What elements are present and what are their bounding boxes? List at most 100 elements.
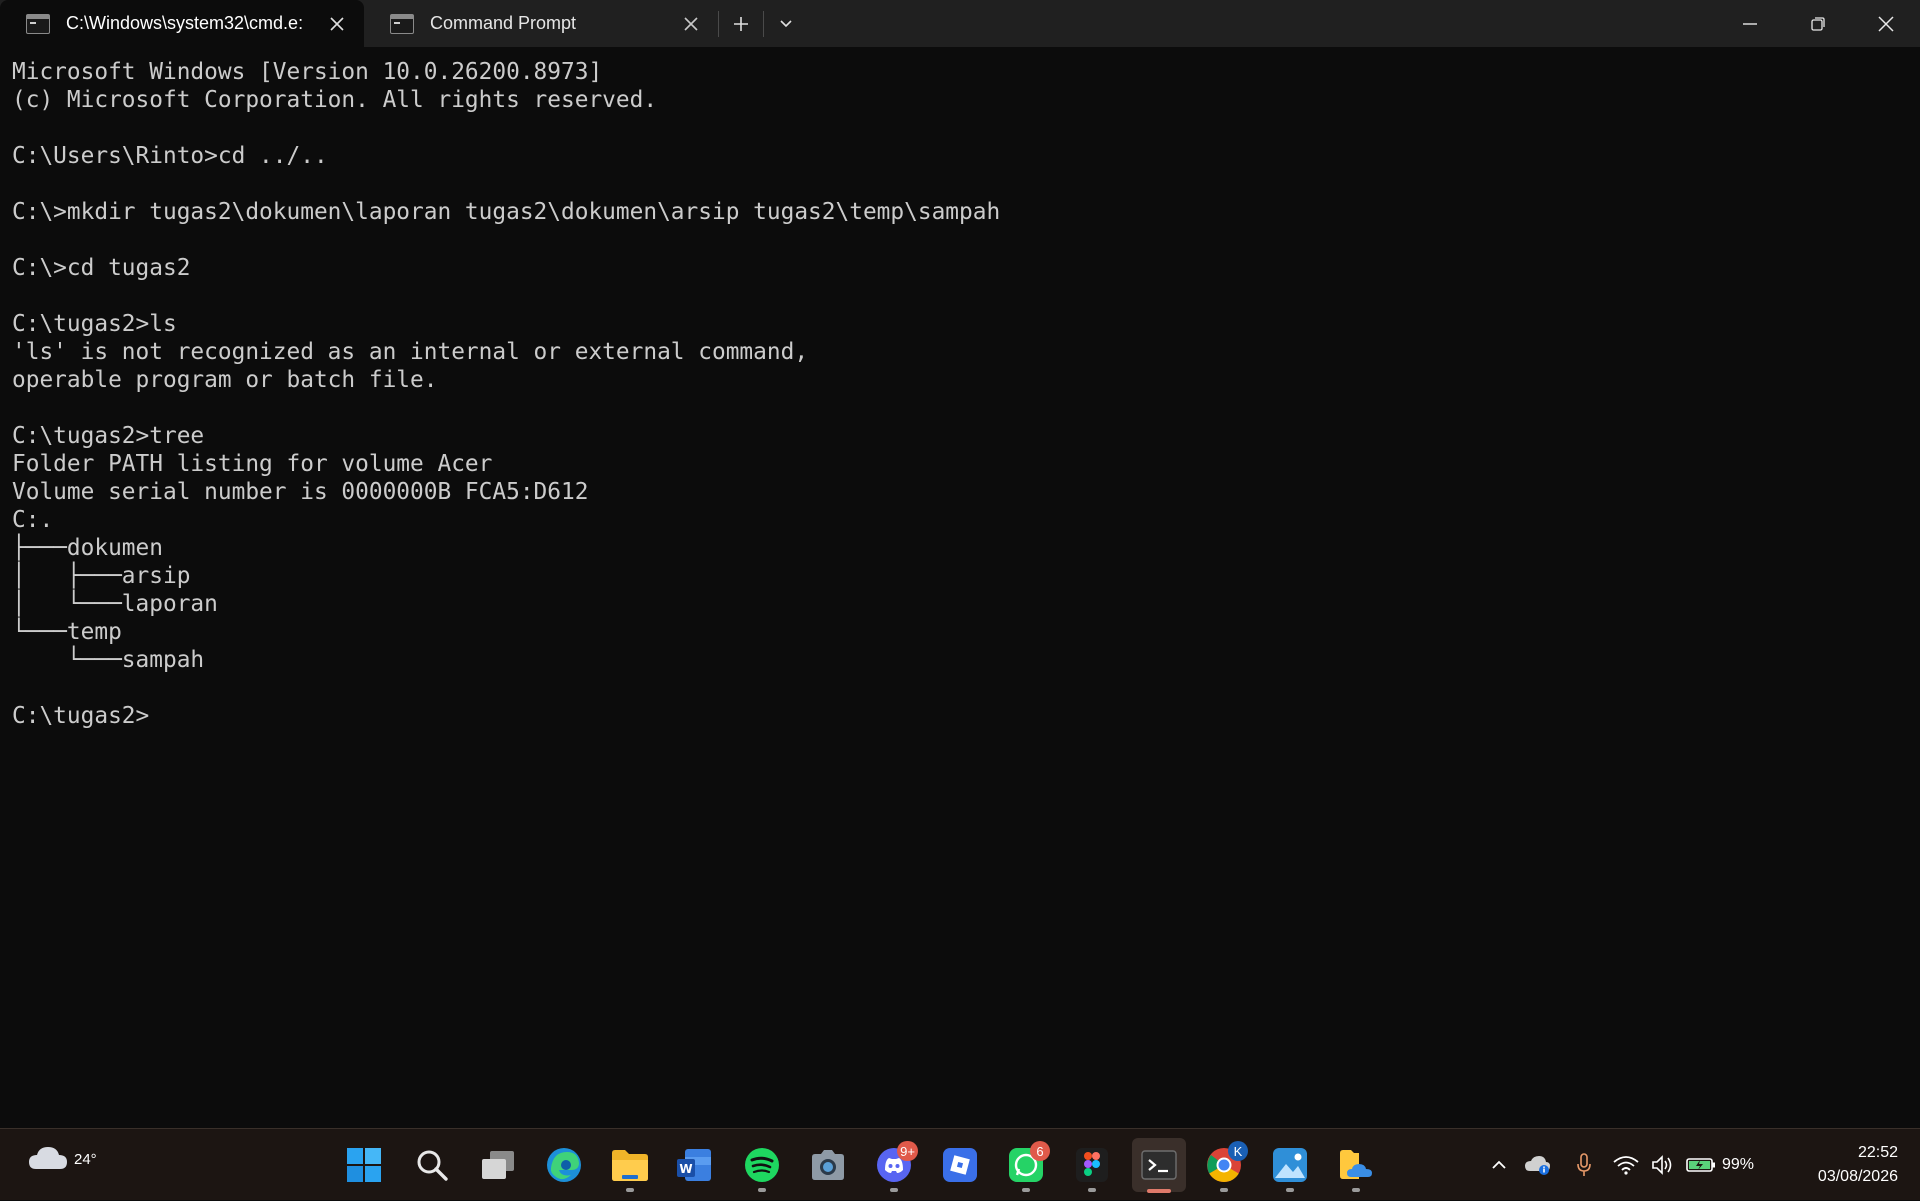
close-icon bbox=[330, 16, 344, 31]
battery-charging-icon bbox=[1686, 1158, 1715, 1172]
terminal-line: └───temp bbox=[12, 619, 122, 645]
terminal-line: │ └───laporan bbox=[12, 591, 218, 617]
weather-widget[interactable]: 24° bbox=[26, 1139, 97, 1187]
camera-app[interactable] bbox=[802, 1139, 854, 1191]
figma-app[interactable] bbox=[1066, 1139, 1118, 1192]
photos-app[interactable] bbox=[1264, 1139, 1316, 1192]
camera-icon bbox=[812, 1150, 844, 1180]
tab-dropdown-button[interactable] bbox=[764, 0, 808, 47]
minimize-icon bbox=[1743, 22, 1757, 25]
volume-icon bbox=[1652, 1155, 1672, 1175]
close-icon bbox=[1878, 15, 1894, 32]
close-window-button[interactable] bbox=[1852, 0, 1920, 47]
restore-icon bbox=[1811, 16, 1825, 31]
terminal-line: Folder PATH listing for volume Acer bbox=[12, 451, 493, 477]
word-app[interactable]: W bbox=[668, 1139, 720, 1191]
figma-icon bbox=[1076, 1148, 1108, 1182]
running-indicator bbox=[1286, 1188, 1294, 1192]
clock-time: 22:52 bbox=[1857, 1144, 1898, 1161]
battery-button[interactable]: 99% bbox=[1680, 1156, 1754, 1174]
edge-app[interactable] bbox=[538, 1139, 590, 1191]
terminal-line: C:\tugas2>ls bbox=[12, 311, 177, 337]
chevron-down-icon bbox=[780, 19, 792, 27]
clock-date: 03/08/2026 bbox=[1817, 1168, 1898, 1185]
tab-command-prompt[interactable]: Command Prompt bbox=[364, 0, 718, 47]
chrome-app[interactable]: K bbox=[1198, 1139, 1250, 1192]
cloud-icon bbox=[29, 1147, 67, 1169]
cmd-icon bbox=[390, 13, 414, 34]
tab-close-button[interactable] bbox=[676, 9, 706, 39]
close-icon bbox=[684, 16, 698, 31]
tab-cmd[interactable]: C:\Windows\system32\cmd.e: bbox=[0, 0, 364, 47]
notification-badge: 6 bbox=[1030, 1141, 1050, 1161]
tab-title: Command Prompt bbox=[430, 13, 577, 33]
terminal-line: Microsoft Windows [Version 10.0.26200.89… bbox=[12, 59, 603, 85]
start-button[interactable] bbox=[338, 1139, 390, 1191]
whatsapp-app[interactable]: 6 bbox=[1000, 1139, 1052, 1192]
volume-button[interactable] bbox=[1646, 1155, 1680, 1175]
notification-badge: 9+ bbox=[897, 1141, 918, 1161]
roblox-app[interactable] bbox=[934, 1139, 986, 1191]
show-hidden-icons-button[interactable] bbox=[1484, 1160, 1514, 1170]
terminal-line: C:\Users\Rinto>cd ../.. bbox=[12, 143, 328, 169]
terminal-app[interactable] bbox=[1132, 1138, 1186, 1193]
onedrive-tray-button[interactable] bbox=[1514, 1154, 1562, 1176]
clock[interactable]: 22:52 03/08/2026 bbox=[1818, 1141, 1898, 1189]
word-icon: W bbox=[677, 1149, 711, 1181]
wifi-button[interactable] bbox=[1606, 1155, 1646, 1175]
edge-icon bbox=[547, 1148, 581, 1182]
search-icon bbox=[417, 1150, 448, 1181]
terminal-output[interactable]: Microsoft Windows [Version 10.0.26200.89… bbox=[12, 58, 1908, 1118]
onedrive-folder-icon bbox=[1340, 1150, 1372, 1179]
folder-icon bbox=[612, 1150, 648, 1181]
terminal-line: (c) Microsoft Corporation. All rights re… bbox=[12, 87, 658, 113]
cmd-icon bbox=[26, 13, 50, 34]
search-button[interactable] bbox=[406, 1139, 458, 1191]
battery-percent: 99% bbox=[1722, 1156, 1755, 1173]
window-controls bbox=[1716, 0, 1920, 47]
tab-close-button[interactable] bbox=[322, 9, 352, 39]
microphone-icon bbox=[1577, 1153, 1591, 1176]
title-bar: C:\Windows\system32\cmd.e: Command Promp… bbox=[0, 0, 1920, 47]
chevron-up-icon bbox=[1492, 1160, 1506, 1169]
taskbar: 24° W 9+ 6 K 99% 22:52 03/08/2026 bbox=[0, 1128, 1920, 1200]
profile-badge: K bbox=[1228, 1141, 1248, 1161]
new-tab-button[interactable] bbox=[719, 0, 763, 47]
terminal-line: ├───dokumen bbox=[12, 535, 163, 561]
terminal-line: C:\>cd tugas2 bbox=[12, 255, 191, 281]
spotify-icon bbox=[745, 1148, 779, 1182]
plus-icon bbox=[734, 16, 748, 31]
file-explorer-app[interactable] bbox=[604, 1139, 656, 1192]
terminal-line: └───sampah bbox=[12, 647, 205, 673]
terminal-line: C:\tugas2> bbox=[12, 703, 150, 729]
weather-temperature: 24° bbox=[74, 1151, 97, 1168]
cloud-info-icon bbox=[1525, 1156, 1550, 1175]
system-tray: 99% bbox=[1484, 1129, 1784, 1201]
discord-app[interactable]: 9+ bbox=[868, 1139, 920, 1192]
spotify-app[interactable] bbox=[736, 1139, 788, 1192]
microphone-button[interactable] bbox=[1562, 1153, 1606, 1177]
running-indicator bbox=[1220, 1188, 1228, 1192]
terminal-line: operable program or batch file. bbox=[12, 367, 438, 393]
task-view-icon bbox=[482, 1151, 514, 1179]
restore-button[interactable] bbox=[1784, 0, 1852, 47]
terminal-icon bbox=[1141, 1150, 1177, 1180]
running-indicator bbox=[626, 1188, 634, 1192]
terminal-line: C:. bbox=[12, 507, 54, 533]
task-view-button[interactable] bbox=[472, 1139, 524, 1191]
terminal-line: C:\>mkdir tugas2\dokumen\laporan tugas2\… bbox=[12, 199, 1001, 225]
active-indicator bbox=[1147, 1189, 1171, 1193]
minimize-button[interactable] bbox=[1716, 0, 1784, 47]
svg-text:W: W bbox=[679, 1162, 692, 1176]
terminal-line: Volume serial number is 0000000B FCA5:D6… bbox=[12, 479, 589, 505]
terminal-line: 'ls' is not recognized as an internal or… bbox=[12, 339, 809, 365]
wifi-icon bbox=[1613, 1156, 1639, 1175]
running-indicator bbox=[1088, 1188, 1096, 1192]
running-indicator bbox=[1352, 1188, 1360, 1192]
onedrive-folder-app[interactable] bbox=[1330, 1139, 1382, 1192]
terminal-line: C:\tugas2>tree bbox=[12, 423, 205, 449]
